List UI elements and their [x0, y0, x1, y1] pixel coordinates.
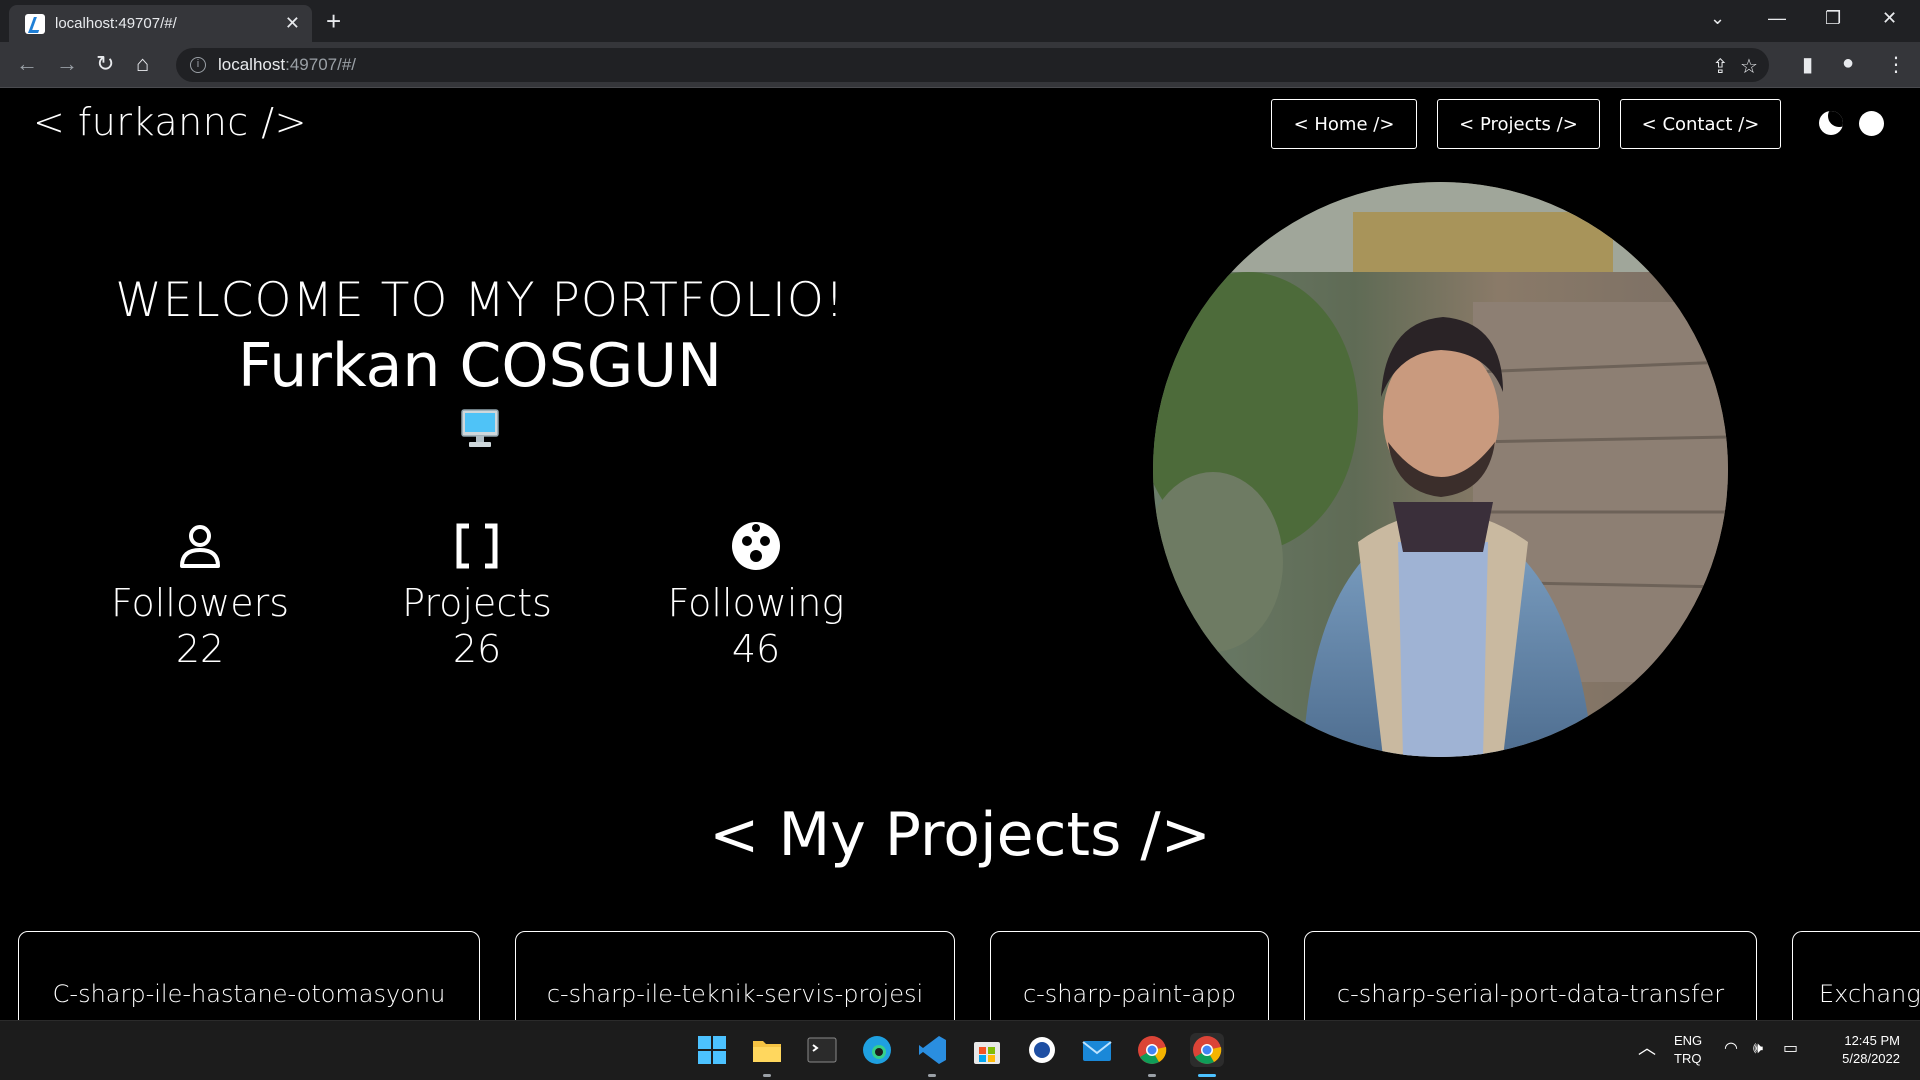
clock[interactable]: 12:45 PM 5/28/2022: [1820, 1032, 1900, 1068]
stat-label: Followers: [111, 581, 289, 625]
restore-icon[interactable]: ❐: [1825, 6, 1841, 30]
person-icon: [180, 525, 220, 568]
wifi-icon[interactable]: ◠: [1724, 1040, 1738, 1058]
stat-following: Following 46: [626, 520, 886, 672]
running-indicator: [763, 1074, 771, 1077]
profile-photo: [1153, 182, 1728, 757]
browser-toolbar: ← → ↻ ⌂ i localhost:49707/#/ ⇪ ☆ ▮ ● ⋮: [0, 42, 1920, 88]
stat-value: 26: [452, 627, 502, 671]
edge-browser-icon[interactable]: [860, 1033, 894, 1067]
terminal-icon[interactable]: [805, 1033, 839, 1067]
project-card-title: C-sharp-ile-hastane-otomasyonu: [52, 980, 446, 1008]
owner-name: Furkan COSGUN: [238, 331, 722, 401]
stat-label: Following: [667, 581, 845, 625]
tab-search-chevron-icon[interactable]: ⌄: [1710, 6, 1725, 30]
windows-start-icon[interactable]: [695, 1033, 729, 1067]
nav-projects-button[interactable]: < Projects />: [1437, 99, 1600, 149]
running-indicator: [1148, 1074, 1156, 1077]
vscode-icon[interactable]: [915, 1033, 949, 1067]
portfolio-page: < furkannc /> < Home /> < Projects /> < …: [0, 88, 1920, 1020]
home-icon[interactable]: ⌂: [136, 52, 149, 76]
project-card[interactable]: c-sharp-paint-app: [990, 931, 1269, 1020]
project-card[interactable]: c-sharp-ile-teknik-servis-projesi: [515, 931, 955, 1020]
browser-tab-bar: localhost:49707/#/ ✕ + ⌄ — ❐ ✕: [0, 0, 1920, 42]
word-app-icon[interactable]: [1025, 1033, 1059, 1067]
desktop-computer-icon: [461, 409, 499, 447]
menu-icon[interactable]: ⋮: [1886, 52, 1906, 77]
windows-taskbar: ︿ ENG TRQ ◠ 🕪 ▭ 12:45 PM 5/28/2022: [0, 1020, 1920, 1080]
stat-value: 46: [731, 627, 781, 671]
forward-icon[interactable]: →: [56, 52, 78, 76]
tray-chevron-up-icon[interactable]: ︿: [1638, 1039, 1656, 1057]
stat-followers: Followers 22: [70, 520, 330, 672]
project-card[interactable]: c-sharp-serial-port-data-transfer: [1304, 931, 1757, 1020]
close-tab-icon[interactable]: ✕: [285, 13, 300, 33]
nav-home-button[interactable]: < Home />: [1271, 99, 1417, 149]
share-icon[interactable]: ⇪: [1712, 54, 1729, 79]
microsoft-store-icon[interactable]: [970, 1033, 1004, 1067]
active-indicator: [1198, 1074, 1216, 1077]
back-icon[interactable]: ←: [16, 52, 38, 76]
dark-mode-moon-icon[interactable]: [1819, 111, 1843, 135]
window-close-icon[interactable]: ✕: [1882, 6, 1897, 30]
project-card-title: c-sharp-ile-teknik-servis-projesi: [546, 980, 924, 1008]
welcome-heading: WELCOME TO MY PORTFOLIO!: [115, 273, 845, 328]
light-mode-sun-icon[interactable]: [1859, 111, 1884, 136]
project-card-title: c-sharp-serial-port-data-transfer: [1336, 980, 1725, 1008]
address-bar[interactable]: i localhost:49707/#/ ⇪ ☆: [176, 48, 1769, 82]
reload-icon[interactable]: ↻: [96, 52, 114, 76]
bookmark-star-icon[interactable]: ☆: [1740, 54, 1758, 79]
volume-icon[interactable]: 🕪: [1753, 1040, 1763, 1058]
project-card-title: c-sharp-paint-app: [1022, 980, 1237, 1008]
running-indicator: [928, 1074, 936, 1077]
site-info-icon[interactable]: i: [190, 57, 206, 73]
stat-projects: Projects 26: [347, 520, 607, 672]
projects-section-title: < My Projects />: [709, 800, 1211, 870]
site-logo[interactable]: < furkannc />: [33, 100, 307, 144]
url-text: localhost:49707/#/: [218, 55, 357, 74]
project-card[interactable]: Exchang: [1792, 931, 1920, 1020]
chrome-icon[interactable]: [1135, 1033, 1169, 1067]
profile-icon[interactable]: ●: [1842, 52, 1854, 75]
chrome-active-icon[interactable]: [1190, 1033, 1224, 1067]
minimize-icon[interactable]: —: [1768, 6, 1786, 30]
battery-icon[interactable]: ▭: [1783, 1040, 1798, 1058]
language-indicator[interactable]: ENG TRQ: [1674, 1032, 1702, 1068]
brackets-icon: [456, 523, 498, 569]
nav-contact-button[interactable]: < Contact />: [1620, 99, 1781, 149]
project-card-title: Exchang: [1819, 980, 1920, 1008]
mail-icon[interactable]: [1080, 1033, 1114, 1067]
stat-label: Projects: [402, 581, 552, 625]
stat-value: 22: [175, 627, 225, 671]
face-icon: [732, 522, 780, 570]
tab-title: localhost:49707/#/: [55, 15, 177, 32]
side-panel-icon[interactable]: ▮: [1802, 52, 1813, 77]
project-card[interactable]: C-sharp-ile-hastane-otomasyonu: [18, 931, 480, 1020]
new-tab-icon[interactable]: +: [326, 7, 341, 35]
browser-tab[interactable]: localhost:49707/#/ ✕: [9, 5, 312, 42]
file-explorer-icon[interactable]: [750, 1033, 784, 1067]
flutter-favicon-icon: [25, 14, 45, 34]
